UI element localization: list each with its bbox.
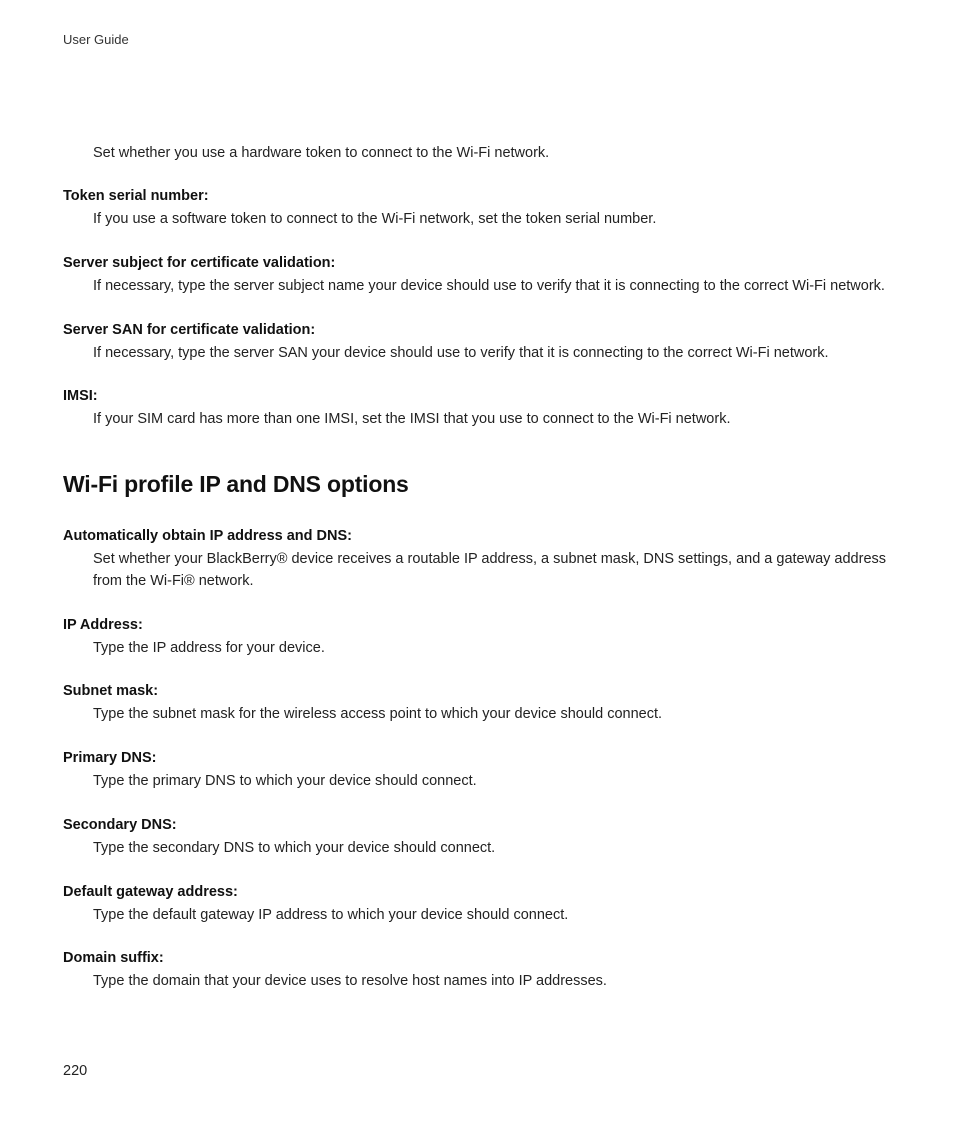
item-label: Automatically obtain IP address and DNS: <box>63 526 891 547</box>
orphan-description: Set whether you use a hardware token to … <box>63 143 891 164</box>
item-label: Secondary DNS: <box>63 815 891 836</box>
item-label: Token serial number: <box>63 186 891 207</box>
definition-item: Subnet mask: Type the subnet mask for th… <box>63 681 891 726</box>
definition-item: IP Address: Type the IP address for your… <box>63 615 891 660</box>
section-heading: Wi-Fi profile IP and DNS options <box>63 471 891 498</box>
item-label: Domain suffix: <box>63 948 891 969</box>
definition-item: Server subject for certificate validatio… <box>63 253 891 298</box>
definition-item: Automatically obtain IP address and DNS:… <box>63 526 891 593</box>
item-description: If your SIM card has more than one IMSI,… <box>63 409 891 431</box>
definition-item: Default gateway address: Type the defaul… <box>63 882 891 927</box>
definition-item: Primary DNS: Type the primary DNS to whi… <box>63 748 891 793</box>
item-description: Type the default gateway IP address to w… <box>63 905 891 927</box>
item-description: Type the IP address for your device. <box>63 638 891 660</box>
item-description: Set whether your BlackBerry® device rece… <box>63 549 891 593</box>
item-description: Type the primary DNS to which your devic… <box>63 771 891 793</box>
item-label: IP Address: <box>63 615 891 636</box>
page-number: 220 <box>63 1063 87 1079</box>
definition-item: IMSI: If your SIM card has more than one… <box>63 386 891 431</box>
definition-item: Domain suffix: Type the domain that your… <box>63 948 891 993</box>
item-label: Subnet mask: <box>63 681 891 702</box>
definition-item: Server SAN for certificate validation: I… <box>63 320 891 365</box>
item-label: Default gateway address: <box>63 882 891 903</box>
item-description: Type the domain that your device uses to… <box>63 971 891 993</box>
item-label: IMSI: <box>63 386 891 407</box>
definition-item: Secondary DNS: Type the secondary DNS to… <box>63 815 891 860</box>
item-description: If necessary, type the server subject na… <box>63 276 891 298</box>
item-description: Type the subnet mask for the wireless ac… <box>63 704 891 726</box>
item-description: If you use a software token to connect t… <box>63 209 891 231</box>
item-description: Type the secondary DNS to which your dev… <box>63 838 891 860</box>
item-label: Server subject for certificate validatio… <box>63 253 891 274</box>
page-header: User Guide <box>63 32 891 47</box>
item-label: Primary DNS: <box>63 748 891 769</box>
item-description: If necessary, type the server SAN your d… <box>63 343 891 365</box>
definition-item: Token serial number: If you use a softwa… <box>63 186 891 231</box>
item-label: Server SAN for certificate validation: <box>63 320 891 341</box>
